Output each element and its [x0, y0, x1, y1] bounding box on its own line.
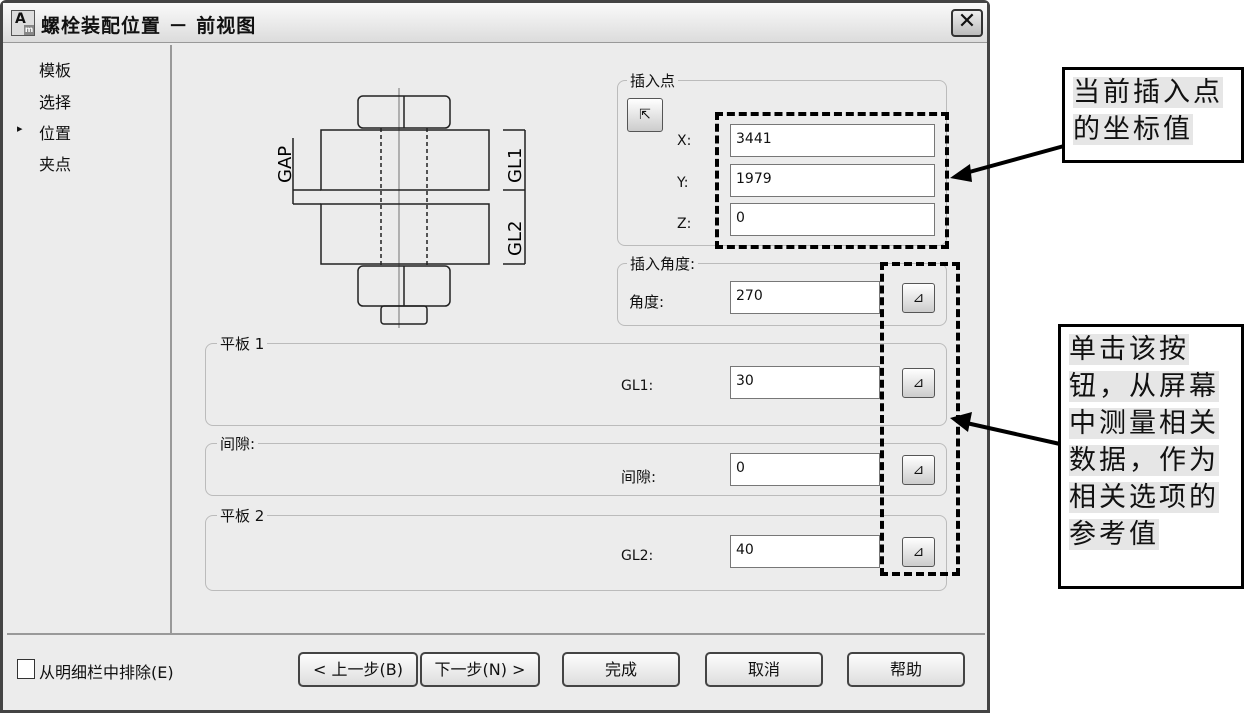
bolt-position-dialog: Am 螺栓装配位置 － 前视图 ✕ 模板 选择 ▸ 位置 夹点 GAP GL1 …: [0, 0, 990, 713]
gap-field-label: 间隙:: [621, 468, 657, 486]
autocad-mechanical-icon: Am: [11, 10, 35, 36]
window-title: 螺栓装配位置 － 前视图: [41, 15, 257, 37]
annotation-measure: 单击该按钮，从屏幕中测量相关数据，作为相关选项的参考值: [1058, 324, 1244, 589]
gap-label: GAP: [275, 146, 296, 183]
gl1-label: GL1: [505, 148, 526, 183]
footer-divider: [7, 633, 985, 635]
gap-group-label: 间隙:: [217, 433, 259, 454]
finish-button[interactable]: 完成: [562, 652, 680, 687]
gl2-field-label: GL2:: [621, 548, 654, 564]
next-button[interactable]: 下一步(N) >: [420, 652, 540, 687]
highlight-coordinates: [715, 112, 949, 249]
gl2-label: GL2: [505, 221, 526, 256]
nav-item-select[interactable]: 选择: [39, 89, 71, 113]
gl1-field-label: GL1:: [621, 378, 654, 394]
active-marker-icon: ▸: [17, 122, 23, 135]
nav-item-position[interactable]: 位置: [39, 120, 71, 144]
angle-label: 角度:: [629, 293, 665, 311]
nav-item-template[interactable]: 模板: [39, 57, 71, 81]
x-label: X:: [677, 133, 692, 149]
nav-item-grip[interactable]: 夹点: [39, 151, 71, 175]
insert-angle-group-label: 插入角度:: [627, 253, 699, 274]
exclude-checkbox[interactable]: [17, 659, 35, 679]
close-button[interactable]: ✕: [951, 9, 983, 37]
plate1-group-label: 平板 1: [217, 333, 268, 354]
cancel-button[interactable]: 取消: [705, 652, 823, 687]
exclude-label: 从明细栏中排除(E): [39, 663, 174, 682]
y-label: Y:: [677, 175, 689, 191]
gl2-input[interactable]: 40: [730, 535, 880, 568]
title-bar: Am 螺栓装配位置 － 前视图 ✕: [3, 3, 987, 43]
plate2-group-label: 平板 2: [217, 505, 268, 526]
angle-input[interactable]: 270: [730, 281, 880, 314]
pick-point-button[interactable]: ⇱: [627, 98, 663, 132]
gl1-input[interactable]: 30: [730, 366, 880, 399]
z-label: Z:: [677, 216, 692, 232]
insert-point-group-label: 插入点: [627, 70, 679, 91]
prev-button[interactable]: < 上一步(B): [298, 652, 418, 687]
help-button[interactable]: 帮助: [847, 652, 965, 687]
annotation-coordinates: 当前插入点的坐标值: [1062, 67, 1244, 163]
gap-input[interactable]: 0: [730, 453, 880, 486]
bolt-preview-drawing: GAP GL1 GL2: [275, 88, 526, 328]
divider: [170, 45, 172, 633]
